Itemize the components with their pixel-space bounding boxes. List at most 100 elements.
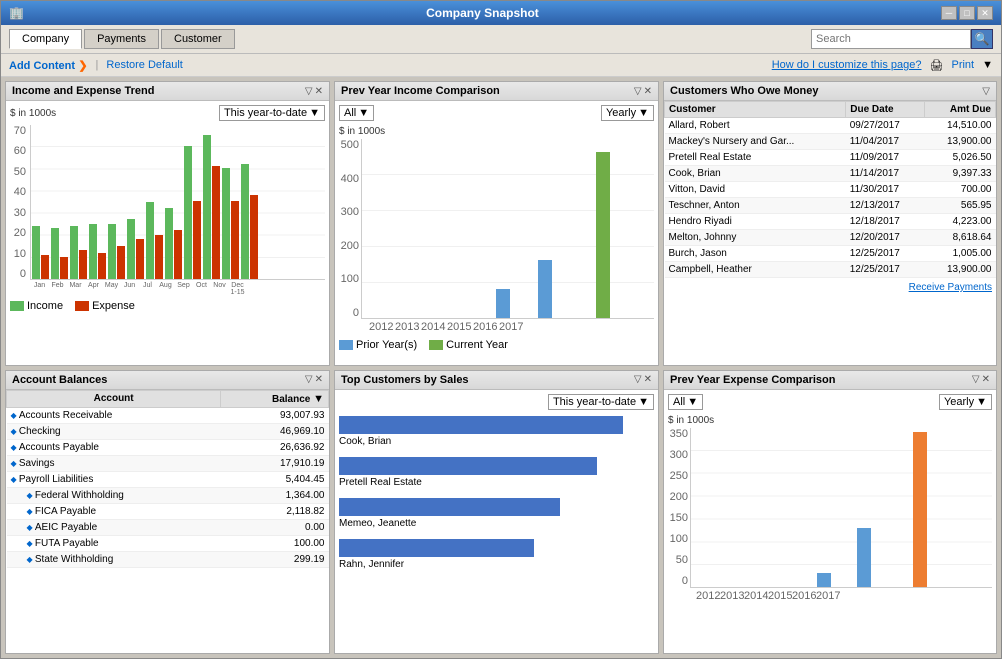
top-customer-bar xyxy=(339,457,597,475)
tab-company[interactable]: Company xyxy=(9,29,82,49)
diamond-icon: ◆ xyxy=(11,411,19,420)
customers-minimize-icon[interactable]: ▽ xyxy=(982,86,990,97)
prev-expense-x-labels: 2012 2013 2014 2015 2016 2017 xyxy=(690,588,992,604)
prev-year-expense-panel: Prev Year Expense Comparison ▽ ✕ All ▼ Y… xyxy=(663,370,997,655)
tab-payments[interactable]: Payments xyxy=(84,29,159,49)
customer-due-date: 12/20/2017 xyxy=(846,230,925,246)
top-customers-minimize[interactable]: ▽ xyxy=(634,374,642,385)
account-name: ◆ FUTA Payable xyxy=(7,535,221,551)
x-label-jun: Jun xyxy=(121,282,138,296)
income-bar-oct xyxy=(203,135,211,279)
legend-current-color xyxy=(429,340,443,350)
prev-income-close[interactable]: ✕ xyxy=(644,86,652,97)
income-bar-jan xyxy=(32,226,40,279)
legend-prior-color xyxy=(339,340,353,350)
panel-close-icon[interactable]: ✕ xyxy=(315,86,323,97)
account-amount: 299.19 xyxy=(221,551,329,567)
prev-expense-period-dropdown[interactable]: Yearly ▼ xyxy=(939,394,992,410)
receive-payments-container: Receive Payments xyxy=(664,278,996,282)
account-name: ◆ AEIC Payable xyxy=(7,519,221,535)
customer-row: Melton, Johnny 12/20/2017 8,618.64 xyxy=(665,230,996,246)
customer-name: Vitton, David xyxy=(665,182,846,198)
col-balance[interactable]: Balance ▼ xyxy=(221,390,329,407)
account-amount: 2,118.82 xyxy=(221,503,329,519)
customer-name: Mackey's Nursery and Gar... xyxy=(665,134,846,150)
restore-button[interactable]: □ xyxy=(959,6,975,20)
prev-expense-minimize[interactable]: ▽ xyxy=(972,374,980,385)
bar-group-jul xyxy=(146,202,163,279)
customer-amount: 700.00 xyxy=(924,182,995,198)
expense-bar-may xyxy=(117,246,125,279)
prev-income-filter-dropdown[interactable]: All ▼ xyxy=(339,105,374,121)
top-customers-panel: Top Customers by Sales ▽ ✕ This year-to-… xyxy=(334,370,659,655)
customer-name: Teschner, Anton xyxy=(665,198,846,214)
separator: | xyxy=(96,59,99,71)
diamond-icon: ◆ xyxy=(27,523,35,532)
add-content-button[interactable]: Add Content ❯ xyxy=(9,58,88,72)
search-button[interactable]: 🔍 xyxy=(971,29,993,49)
prev-expense-close[interactable]: ✕ xyxy=(982,374,990,385)
top-customers-period-dropdown[interactable]: This year-to-date ▼ xyxy=(548,394,654,410)
tab-customer[interactable]: Customer xyxy=(161,29,235,49)
top-customer-name: Memeo, Jeanette xyxy=(339,518,654,529)
title-bar: 🏢 Company Snapshot ─ □ ✕ xyxy=(1,1,1001,25)
top-customer-row: Pretell Real Estate xyxy=(339,457,654,488)
customers-table-header-row: Customer Due Date Amt Due xyxy=(665,102,996,118)
prior-bar-2016 xyxy=(538,260,552,318)
prev-expense-dropdowns: All ▼ Yearly ▼ xyxy=(668,394,992,410)
top-customers-dropdown-arrow: ▼ xyxy=(638,396,649,408)
customers-owe-panel-controls: ▽ xyxy=(982,86,990,97)
prev-income-controls: ▽ ✕ xyxy=(634,86,652,97)
income-bar-sep xyxy=(184,146,192,279)
close-button[interactable]: ✕ xyxy=(977,6,993,20)
prev-income-axis-label: $ in 1000s xyxy=(339,126,385,137)
account-balances-panel: Account Balances ▽ ✕ Account Balance ▼ xyxy=(5,370,330,655)
exp-x-2016: 2016 xyxy=(792,590,806,602)
minimize-button[interactable]: ─ xyxy=(941,6,957,20)
exp-bar-2016 xyxy=(857,528,887,587)
prev-income-period-dropdown[interactable]: Yearly ▼ xyxy=(601,105,654,121)
prior-bar-2015 xyxy=(496,289,510,318)
customer-amount: 13,900.00 xyxy=(924,134,995,150)
legend-income: Income xyxy=(10,300,63,312)
x-label-jan: Jan xyxy=(31,282,48,296)
prev-income-minimize[interactable]: ▽ xyxy=(634,86,642,97)
x-label-apr: Apr xyxy=(85,282,102,296)
top-customer-name: Cook, Brian xyxy=(339,436,654,447)
customer-amount: 13,900.00 xyxy=(924,262,995,278)
account-name: ◆ Accounts Receivable xyxy=(7,407,221,423)
top-customer-bar xyxy=(339,539,534,557)
receive-payments-link[interactable]: Receive Payments xyxy=(909,282,992,293)
expense-bar-feb xyxy=(60,257,68,279)
window-title: Company Snapshot xyxy=(24,6,941,20)
print-button[interactable]: Print xyxy=(951,59,974,71)
expense-bar-jan xyxy=(41,255,49,279)
account-name: ◆ Accounts Payable xyxy=(7,439,221,455)
top-customers-close[interactable]: ✕ xyxy=(644,374,652,385)
main-content: Income and Expense Trend ▽ ✕ $ in 1000s … xyxy=(1,77,1001,658)
panel-minimize-icon[interactable]: ▽ xyxy=(305,86,313,97)
balance-sort-arrow: ▼ xyxy=(313,393,324,405)
prev-income-dropdowns: All ▼ Yearly ▼ xyxy=(339,105,654,121)
prev-expense-filter-dropdown[interactable]: All ▼ xyxy=(668,394,703,410)
customer-row: Vitton, David 11/30/2017 700.00 xyxy=(665,182,996,198)
help-link[interactable]: How do I customize this page? xyxy=(772,59,922,71)
restore-default-button[interactable]: Restore Default xyxy=(106,59,182,71)
customer-amount: 9,397.33 xyxy=(924,166,995,182)
x-2013: 2013 xyxy=(395,321,409,333)
account-minimize-icon[interactable]: ▽ xyxy=(305,374,313,385)
account-name: ◆ Payroll Liabilities xyxy=(7,471,221,487)
col-due-date[interactable]: Due Date xyxy=(846,102,925,118)
top-customers-body: This year-to-date ▼ Cook, Brian Pretell … xyxy=(335,390,658,654)
print-dropdown-arrow[interactable]: ▼ xyxy=(982,59,993,71)
customers-table: Customer Due Date Amt Due Allard, Robert… xyxy=(664,101,996,278)
search-input[interactable] xyxy=(811,29,971,49)
customer-name: Allard, Robert xyxy=(665,118,846,134)
account-amount: 17,910.19 xyxy=(221,455,329,471)
top-customers-controls: This year-to-date ▼ xyxy=(339,394,654,410)
account-close-icon[interactable]: ✕ xyxy=(315,374,323,385)
bar-group-may xyxy=(108,224,125,279)
bar-group-oct xyxy=(203,135,220,279)
account-amount: 46,969.10 xyxy=(221,423,329,439)
period-dropdown[interactable]: This year-to-date ▼ xyxy=(219,105,325,121)
